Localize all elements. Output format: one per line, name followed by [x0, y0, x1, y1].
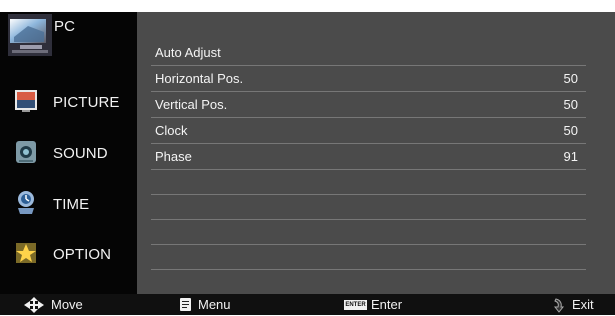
empty-row-divider: [151, 219, 586, 220]
phase-row[interactable]: Phase 91: [151, 144, 586, 170]
setting-label: Auto Adjust: [155, 45, 221, 60]
exit-label: Exit: [572, 297, 594, 312]
vertical-position-row[interactable]: Vertical Pos. 50: [151, 92, 586, 118]
sidebar-item-label: SOUND: [53, 144, 108, 162]
empty-row-divider: [151, 269, 586, 270]
star-option-icon: [12, 239, 40, 267]
setting-value: 50: [563, 71, 578, 86]
computer-icon: [8, 14, 52, 56]
setting-label: Clock: [155, 123, 188, 138]
sidebar-item-label: PC: [54, 18, 76, 35]
setting-label: Phase: [155, 149, 192, 164]
setting-label: Horizontal Pos.: [155, 71, 244, 86]
setting-value: 50: [563, 123, 578, 138]
sidebar-item-label: PICTURE: [53, 93, 120, 111]
empty-row-divider: [151, 244, 586, 245]
osd-screen: PC PICTURE SOUND TIME OPTION Auto Adjust…: [0, 12, 615, 315]
sidebar-item-picture[interactable]: PICTURE: [0, 81, 137, 123]
footer-key-guide: Move Menu ENTER Enter Exit: [0, 294, 615, 315]
pc-settings-panel: Auto Adjust Horizontal Pos. 50 Vertical …: [137, 12, 615, 294]
enter-key-hint: ENTER Enter: [344, 294, 402, 315]
exit-key-hint: Exit: [553, 294, 594, 315]
clock-row[interactable]: Clock 50: [151, 118, 586, 144]
menu-label: Menu: [198, 297, 231, 312]
exit-icon: [553, 297, 565, 313]
horizontal-position-row[interactable]: Horizontal Pos. 50: [151, 66, 586, 92]
sidebar-item-label: TIME: [53, 195, 90, 213]
setting-value: 50: [563, 97, 578, 112]
sound-icon: [12, 138, 40, 166]
sidebar-item-label: OPTION: [53, 245, 112, 263]
enter-key-icon: ENTER: [344, 299, 367, 310]
sidebar-item-pc[interactable]: PC: [0, 12, 137, 64]
enter-label: Enter: [371, 297, 403, 312]
sidebar-item-sound[interactable]: SOUND: [0, 132, 137, 174]
auto-adjust-row[interactable]: Auto Adjust: [151, 40, 586, 66]
move-key-hint: Move: [24, 294, 83, 315]
sidebar-item-time[interactable]: TIME: [0, 183, 137, 225]
sidebar-item-option[interactable]: OPTION: [0, 233, 137, 275]
empty-row-divider: [151, 194, 586, 195]
clock-icon: [12, 189, 40, 217]
menu-icon: [180, 298, 191, 311]
setting-value: 91: [563, 149, 578, 164]
picture-icon: [12, 87, 40, 115]
main-menu-sidebar: PC PICTURE SOUND TIME OPTION: [0, 12, 137, 294]
move-label: Move: [51, 297, 83, 312]
menu-key-hint: Menu: [180, 294, 231, 315]
setting-label: Vertical Pos.: [155, 97, 228, 112]
four-way-arrow-icon: [24, 296, 44, 313]
